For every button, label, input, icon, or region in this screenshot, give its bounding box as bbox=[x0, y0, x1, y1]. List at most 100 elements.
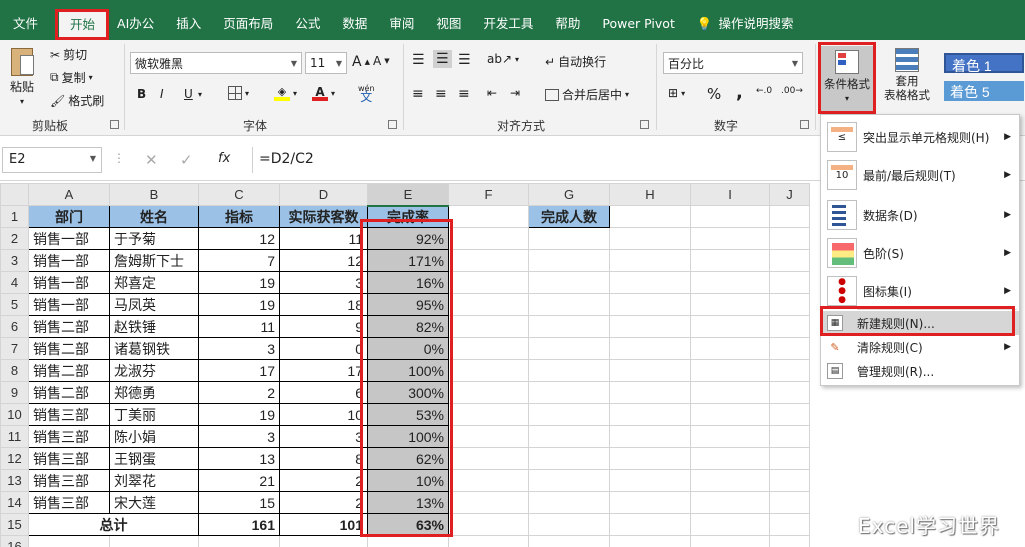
cell[interactable] bbox=[769, 249, 810, 272]
cell[interactable]: 101 bbox=[279, 513, 368, 536]
row-header[interactable]: 9 bbox=[0, 381, 29, 404]
italic-button[interactable]: I bbox=[160, 87, 164, 101]
insert-function-icon[interactable]: fx bbox=[218, 151, 230, 166]
enter-formula-icon[interactable]: ✓ bbox=[180, 151, 193, 169]
cell[interactable]: 销售三部 bbox=[28, 491, 110, 514]
cell[interactable] bbox=[609, 381, 691, 404]
cell-style-accent1[interactable]: 着色 1 bbox=[944, 53, 1024, 74]
row-header[interactable]: 3 bbox=[0, 249, 29, 272]
row-header[interactable]: 4 bbox=[0, 271, 29, 294]
cell[interactable]: 12 bbox=[279, 249, 368, 272]
font-size-combo[interactable]: 11 ▼ bbox=[305, 52, 347, 74]
menu-item-icon-sets[interactable]: ● ● ● 图标集(I) ▶ bbox=[821, 275, 1019, 307]
cell[interactable] bbox=[528, 315, 610, 338]
cell[interactable]: 95% bbox=[367, 293, 449, 316]
cell[interactable]: 3 bbox=[279, 271, 368, 294]
cell[interactable] bbox=[769, 403, 810, 426]
increase-indent-button[interactable]: ⇥ bbox=[510, 86, 520, 100]
cell[interactable]: 21 bbox=[198, 469, 280, 492]
orientation-button[interactable]: ab↗ ▾ bbox=[487, 52, 519, 66]
cell[interactable]: 2 bbox=[279, 491, 368, 514]
bold-button[interactable]: B bbox=[137, 87, 146, 101]
increase-decimal-button[interactable]: ←.0 bbox=[756, 86, 772, 96]
cell[interactable] bbox=[609, 425, 691, 448]
tab-formulas[interactable]: 公式 bbox=[284, 8, 331, 40]
font-dialog-launcher[interactable] bbox=[388, 120, 397, 129]
cell[interactable] bbox=[769, 425, 810, 448]
align-right-button[interactable]: ≡ bbox=[458, 86, 470, 102]
cell[interactable]: 销售一部 bbox=[28, 227, 110, 250]
cell[interactable] bbox=[690, 271, 770, 294]
tell-me-search[interactable]: 💡 操作说明搜索 bbox=[686, 8, 805, 40]
cell[interactable] bbox=[769, 205, 810, 228]
cell[interactable] bbox=[528, 227, 610, 250]
cell[interactable]: 19 bbox=[198, 403, 280, 426]
cell[interactable] bbox=[690, 491, 770, 514]
row-header[interactable]: 11 bbox=[0, 425, 29, 448]
cell[interactable] bbox=[448, 447, 529, 470]
cell[interactable]: 13% bbox=[367, 491, 449, 514]
column-header[interactable]: B bbox=[109, 183, 199, 206]
cell[interactable]: 17 bbox=[279, 359, 368, 382]
menu-item-manage-rules[interactable]: ▤ 管理规则(R)... bbox=[821, 359, 1019, 383]
cell[interactable] bbox=[528, 271, 610, 294]
formula-input[interactable]: =D2/C2 bbox=[252, 147, 812, 173]
cell[interactable] bbox=[769, 513, 810, 536]
cell[interactable] bbox=[528, 491, 610, 514]
cell[interactable]: 15 bbox=[198, 491, 280, 514]
cut-button[interactable]: ✂ 剪切 bbox=[50, 46, 87, 63]
cell[interactable]: 完成人数 bbox=[528, 205, 610, 228]
number-dialog-launcher[interactable] bbox=[800, 120, 809, 129]
cell[interactable]: 300% bbox=[367, 381, 449, 404]
cell[interactable] bbox=[690, 227, 770, 250]
cell[interactable]: 销售三部 bbox=[28, 447, 110, 470]
cell[interactable]: 郑喜定 bbox=[109, 271, 199, 294]
tab-page-layout[interactable]: 页面布局 bbox=[212, 8, 284, 40]
cell[interactable]: 13 bbox=[198, 447, 280, 470]
cell[interactable] bbox=[690, 535, 770, 547]
cell[interactable]: 销售三部 bbox=[28, 425, 110, 448]
cell[interactable]: 17 bbox=[198, 359, 280, 382]
menu-item-highlight-cell-rules[interactable]: ≤ 突出显示单元格规则(H) ▶ bbox=[821, 121, 1019, 153]
comma-button[interactable]: , bbox=[736, 82, 743, 103]
cell[interactable]: 销售二部 bbox=[28, 337, 110, 360]
cell[interactable] bbox=[528, 513, 610, 536]
percent-button[interactable]: % bbox=[707, 85, 721, 103]
cell[interactable]: 63% bbox=[367, 513, 449, 536]
cell[interactable] bbox=[690, 425, 770, 448]
menu-item-new-rule[interactable]: ▦ 新建规则(N)... bbox=[821, 311, 1019, 335]
alignment-dialog-launcher[interactable] bbox=[640, 120, 649, 129]
cell[interactable]: 刘翠花 bbox=[109, 469, 199, 492]
cell[interactable]: 161 bbox=[198, 513, 280, 536]
font-color-button[interactable]: A ▾ bbox=[312, 85, 335, 101]
underline-dropdown[interactable]: ▾ bbox=[198, 90, 202, 99]
cell[interactable] bbox=[279, 535, 368, 547]
cell[interactable] bbox=[769, 469, 810, 492]
cell[interactable] bbox=[690, 359, 770, 382]
cell[interactable]: 郑德勇 bbox=[109, 381, 199, 404]
cell[interactable] bbox=[690, 513, 770, 536]
cell[interactable] bbox=[367, 535, 449, 547]
cell[interactable]: 82% bbox=[367, 315, 449, 338]
cell[interactable]: 18 bbox=[279, 293, 368, 316]
cell[interactable] bbox=[198, 535, 280, 547]
cell[interactable]: 销售三部 bbox=[28, 469, 110, 492]
cell[interactable]: 宋大莲 bbox=[109, 491, 199, 514]
tab-insert[interactable]: 插入 bbox=[165, 8, 212, 40]
cell[interactable] bbox=[448, 491, 529, 514]
row-header[interactable]: 6 bbox=[0, 315, 29, 338]
cell[interactable] bbox=[609, 359, 691, 382]
cell[interactable] bbox=[769, 535, 810, 547]
cell[interactable] bbox=[448, 205, 529, 228]
cell[interactable]: 姓名 bbox=[109, 205, 199, 228]
decrease-decimal-button[interactable]: .00→ bbox=[781, 86, 803, 96]
cell[interactable] bbox=[609, 227, 691, 250]
copy-button[interactable]: ⧉ 复制 ▾ bbox=[50, 69, 93, 86]
row-header[interactable]: 8 bbox=[0, 359, 29, 382]
cell[interactable]: 指标 bbox=[198, 205, 280, 228]
cell[interactable]: 销售一部 bbox=[28, 293, 110, 316]
cell[interactable] bbox=[609, 293, 691, 316]
cell[interactable] bbox=[769, 359, 810, 382]
cell[interactable] bbox=[690, 403, 770, 426]
align-top-button[interactable]: ☰ bbox=[412, 52, 425, 68]
